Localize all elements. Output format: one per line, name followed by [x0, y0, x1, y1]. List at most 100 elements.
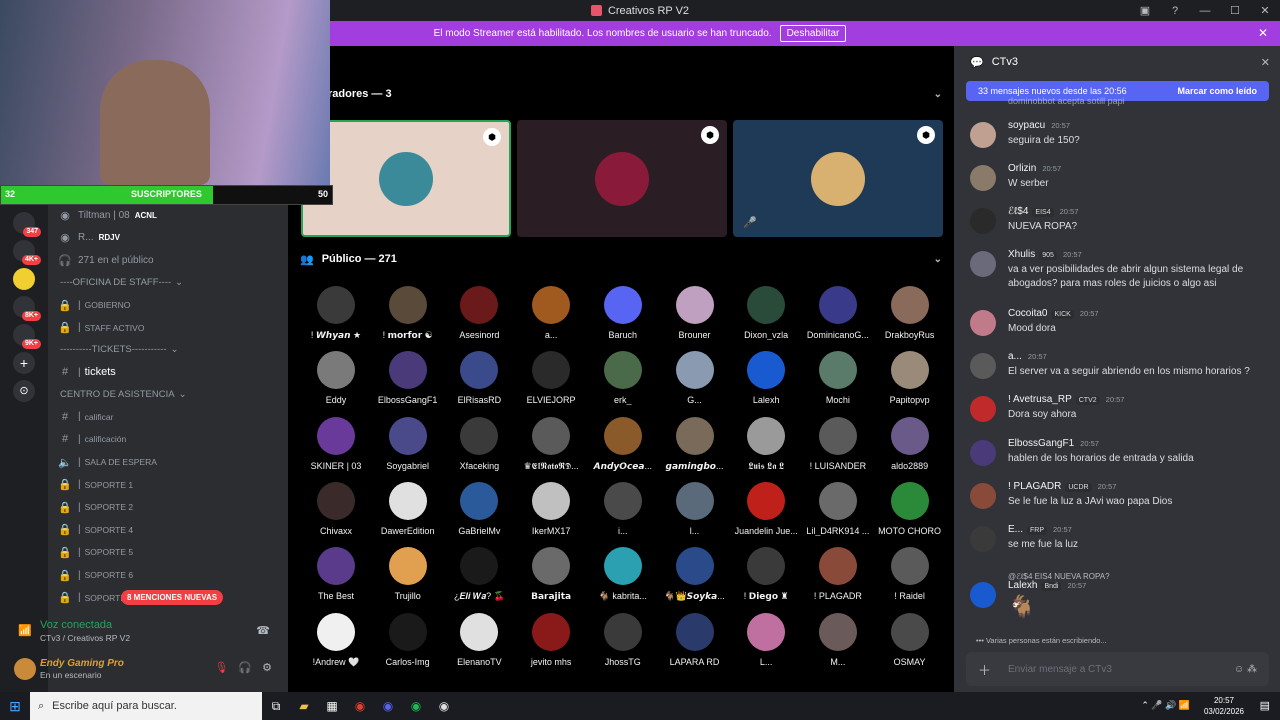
- channel-category[interactable]: ----------TICKETS----------- ⌄: [48, 339, 288, 361]
- audience-member[interactable]: ! PLAGADR: [802, 547, 874, 601]
- audience-member[interactable]: Lalexh: [730, 351, 802, 405]
- avatar[interactable]: [14, 658, 36, 680]
- message-author[interactable]: Cocoita0: [1008, 308, 1047, 319]
- speaker-tile[interactable]: ⬢: [517, 120, 727, 237]
- speakers-header[interactable]: radores — 3 ⌄: [288, 81, 954, 107]
- avatar[interactable]: [970, 208, 996, 234]
- audience-member[interactable]: 🐐 kabrita...: [587, 547, 659, 602]
- avatar[interactable]: [970, 122, 996, 148]
- avatar[interactable]: [970, 251, 996, 277]
- audience-member[interactable]: Dixon_vzla: [730, 286, 802, 340]
- message-author[interactable]: Xhulis: [1008, 249, 1035, 260]
- channel-item[interactable]: # | calificar: [48, 406, 288, 429]
- audience-member[interactable]: ! LUISANDER: [802, 416, 874, 471]
- avatar[interactable]: [970, 165, 996, 191]
- audience-member[interactable]: Trujillo: [372, 547, 444, 601]
- channel-item[interactable]: 🔒 | GOBIERNO: [48, 294, 288, 317]
- avatar[interactable]: [970, 353, 996, 379]
- new-mentions-pill[interactable]: 8 MENCIONES NUEVAS: [121, 590, 224, 605]
- windows-start-icon[interactable]: ⊞: [0, 698, 30, 715]
- audience-member[interactable]: Xfaceking: [443, 416, 515, 471]
- audience-member[interactable]: aldo2889: [874, 416, 946, 471]
- audience-member[interactable]: Asesinord: [443, 286, 515, 340]
- stage-user-row[interactable]: ◉ Tiltman | 08 ACNL: [48, 204, 288, 227]
- channel-item[interactable]: # | tickets: [48, 361, 288, 384]
- audience-member[interactable]: Brouner: [659, 286, 731, 340]
- emoji-icon[interactable]: ☺ ⁂: [1234, 664, 1257, 675]
- audience-member[interactable]: G...: [659, 351, 731, 405]
- audience-member[interactable]: ! Raidel: [874, 547, 946, 601]
- channel-item[interactable]: 🔒 | SOPORTE 1: [48, 473, 288, 496]
- audience-member[interactable]: 🐐👑𝙎𝙤𝙮𝙠𝙖...: [659, 547, 731, 602]
- stage-user-row[interactable]: ◉ R... RDJV: [48, 227, 288, 250]
- message-author[interactable]: ! Avetrusa_RP: [1008, 394, 1072, 405]
- add-server-icon[interactable]: +: [13, 352, 35, 374]
- avatar[interactable]: [970, 582, 996, 608]
- audience-member[interactable]: 𝕷𝖚𝖎𝖘 𝕷𝖆 𝕷: [730, 416, 802, 472]
- message-author[interactable]: Lalexh: [1008, 580, 1037, 591]
- public-header[interactable]: 👥 Público — 271 ⌄: [288, 246, 954, 272]
- message-author[interactable]: ℰℓ$4: [1008, 206, 1028, 217]
- avatar[interactable]: [970, 310, 996, 336]
- discord-icon[interactable]: ◉: [374, 699, 402, 713]
- audience-member[interactable]: GaBrielMv: [443, 481, 515, 536]
- avatar[interactable]: [970, 483, 996, 509]
- audience-member[interactable]: erk_: [587, 351, 659, 405]
- channel-category[interactable]: CENTRO DE ASISTENCIA ⌄: [48, 384, 288, 406]
- audience-member[interactable]: DawerEdition: [372, 481, 444, 536]
- audience-member[interactable]: MOTO CHORO: [874, 481, 946, 536]
- gear-icon[interactable]: ⚙: [262, 661, 272, 674]
- audience-member[interactable]: Soygabriel: [372, 416, 444, 471]
- clock[interactable]: 20:57 03/02/2026: [1204, 695, 1244, 717]
- maximize-button[interactable]: ☐: [1220, 4, 1250, 17]
- channel-item[interactable]: 🔒 | STAFF ACTIVO: [48, 316, 288, 339]
- audience-member[interactable]: LAPARA RD: [659, 612, 731, 667]
- audience-member[interactable]: Mochi: [802, 351, 874, 405]
- inbox-icon[interactable]: ▣: [1130, 4, 1160, 17]
- server-icon[interactable]: 8K+: [13, 296, 41, 321]
- audience-member[interactable]: Carlos-Img: [372, 612, 444, 667]
- audience-member[interactable]: ELVIEJORP: [515, 351, 587, 405]
- message-author[interactable]: ! PLAGADR: [1008, 481, 1061, 492]
- notifications-icon[interactable]: ▤: [1260, 699, 1270, 712]
- discover-icon[interactable]: ⊙: [13, 380, 35, 402]
- audience-member[interactable]: ♛𝕰𝖑𝕹𝖆𝖙𝖔𝕽𝕯...: [515, 416, 587, 472]
- audience-member[interactable]: ElRisasRD: [443, 351, 515, 405]
- audience-member[interactable]: ! 𝗗𝗶𝗲𝗴𝗼 ♜: [730, 547, 802, 602]
- channel-item[interactable]: 🔒 | SOPORTE 4: [48, 519, 288, 542]
- message-author[interactable]: soypacu: [1008, 120, 1045, 131]
- server-icon[interactable]: [13, 268, 35, 290]
- headphones-icon[interactable]: 🎧: [238, 661, 252, 674]
- close-window-button[interactable]: ✕: [1250, 4, 1280, 17]
- mark-read-button[interactable]: Marcar como leído: [1177, 86, 1257, 96]
- audience-member[interactable]: ElenanoTV: [443, 612, 515, 667]
- minimize-button[interactable]: —: [1190, 5, 1220, 17]
- message-author[interactable]: a...: [1008, 351, 1022, 362]
- chrome-icon[interactable]: ◉: [346, 699, 374, 713]
- audience-member[interactable]: ElbossGangF1: [372, 351, 444, 405]
- audience-member[interactable]: IkerMX17: [515, 481, 587, 536]
- close-icon[interactable]: ✕: [1261, 56, 1270, 69]
- audience-member[interactable]: Papitopvp: [874, 351, 946, 405]
- audience-member[interactable]: DrakboyRus: [874, 286, 946, 340]
- task-view-icon[interactable]: ⧉: [262, 699, 290, 714]
- avatar[interactable]: [970, 396, 996, 422]
- audience-member[interactable]: 𝙜𝙖𝙢𝙞𝙣𝙜𝙗𝙤...: [659, 416, 731, 472]
- audience-member[interactable]: ! 𝗺𝗼𝗿𝗳𝗼𝗿 ☯: [372, 286, 444, 341]
- chat-input[interactable]: ＋ Enviar mensaje a CTv3 ☺ ⁂: [966, 652, 1269, 686]
- speaker-tile[interactable]: ⬢: [301, 120, 511, 237]
- speaker-tile[interactable]: ⬢ 🎤: [733, 120, 943, 237]
- help-icon[interactable]: ?: [1160, 5, 1190, 17]
- channel-item[interactable]: 🔒 | SOPORTE 2: [48, 496, 288, 519]
- voice-location[interactable]: CTv3 / Creativos RP V2: [40, 633, 130, 643]
- obs-icon[interactable]: ◉: [430, 699, 458, 713]
- audience-count-row[interactable]: 🎧 271 en el público: [48, 249, 288, 272]
- audience-member[interactable]: ! 𝙒𝙝𝙮𝙖𝙣 ★: [300, 286, 372, 341]
- message-author[interactable]: E...: [1008, 524, 1023, 535]
- audience-member[interactable]: a...: [515, 286, 587, 340]
- disconnect-icon[interactable]: ☎: [256, 624, 270, 637]
- server-icon[interactable]: 347: [13, 212, 41, 237]
- audience-member[interactable]: 𝗕𝗮𝗿𝗮𝗷𝗶𝘁𝗮: [515, 547, 587, 602]
- channel-item[interactable]: # | calificación: [48, 428, 288, 451]
- disable-streamer-button[interactable]: Deshabilitar: [779, 25, 847, 42]
